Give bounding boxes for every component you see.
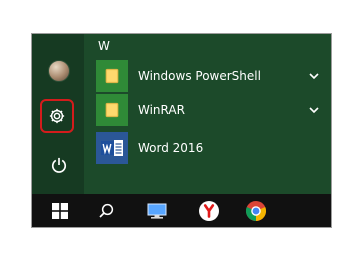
app-item-winrar[interactable]: WinRAR: [96, 93, 326, 127]
power-button[interactable]: [49, 155, 69, 175]
desktop-button[interactable]: [137, 194, 177, 227]
desktop-icon: [147, 203, 167, 219]
start-panel: W Windows PowerShell WinRAR Word 2016: [32, 34, 331, 194]
app-tile: [96, 132, 128, 164]
left-rail: [32, 34, 84, 194]
app-tile: [96, 94, 128, 126]
taskbar: [32, 194, 331, 227]
chevron-down-icon[interactable]: [306, 102, 322, 118]
start-menu-window: W Windows PowerShell WinRAR Word 2016: [31, 33, 332, 228]
search-button[interactable]: [86, 194, 126, 227]
app-item-word-2016[interactable]: Word 2016: [96, 131, 326, 165]
chrome-icon: [245, 200, 267, 221]
settings-button[interactable]: [39, 98, 75, 134]
app-label: Word 2016: [138, 141, 204, 155]
yandex-browser-icon: [199, 200, 219, 221]
power-icon: [51, 157, 67, 173]
user-avatar[interactable]: [48, 60, 70, 82]
word-icon: [101, 140, 123, 156]
gear-icon: [49, 108, 65, 124]
chrome-button[interactable]: [236, 194, 276, 227]
yandex-browser-button[interactable]: [189, 194, 229, 227]
folder-icon: [105, 102, 119, 118]
app-label: Windows PowerShell: [138, 69, 261, 83]
search-icon: [99, 203, 114, 218]
section-letter[interactable]: W: [98, 39, 110, 53]
app-item-windows-powershell[interactable]: Windows PowerShell: [96, 59, 326, 93]
chevron-down-icon[interactable]: [306, 68, 322, 84]
start-button[interactable]: [40, 194, 80, 227]
app-tile: [96, 60, 128, 92]
app-label: WinRAR: [138, 103, 185, 117]
windows-logo-icon: [52, 202, 68, 219]
folder-icon: [105, 68, 119, 84]
